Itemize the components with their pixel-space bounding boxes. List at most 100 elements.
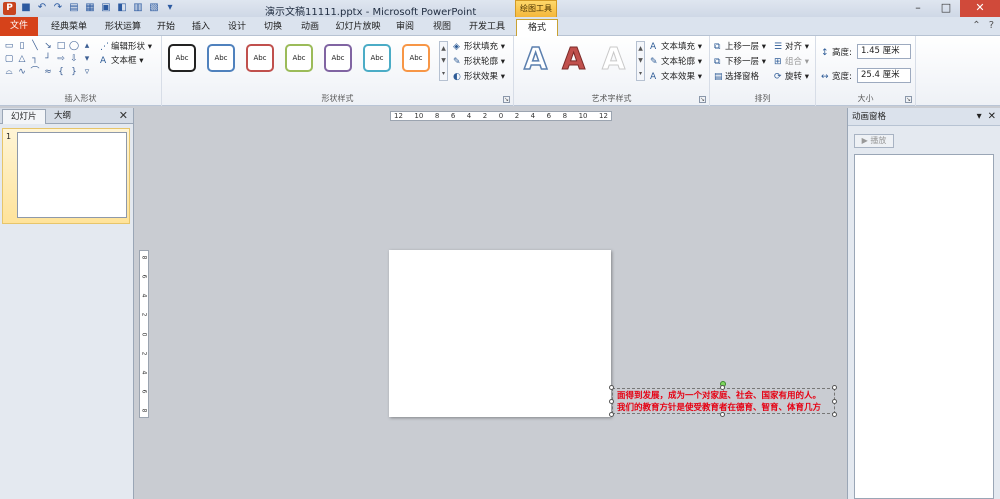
open-icon[interactable]: ▦: [84, 2, 96, 14]
animation-list[interactable]: [854, 154, 994, 499]
text-effects-button[interactable]: A 文本效果 ▾: [650, 70, 702, 82]
resize-handle-top[interactable]: [720, 385, 725, 390]
send-backward-button[interactable]: ⧉ 下移一层 ▾: [714, 55, 766, 67]
curve-shape-icon[interactable]: ∿: [17, 67, 27, 77]
close-button[interactable]: ✕: [960, 0, 1000, 17]
resize-handle-bottom-left[interactable]: [609, 412, 614, 417]
shape-outline-button[interactable]: ✎ 形状轮廓 ▾: [453, 55, 505, 67]
maximize-button[interactable]: □: [932, 0, 960, 17]
text-box-button[interactable]: A 文本框 ▾: [100, 54, 143, 66]
textbox-shape-icon[interactable]: ▭: [4, 41, 14, 51]
print-icon[interactable]: ▣: [100, 2, 112, 14]
shape-gallery[interactable]: ▭ ▯ ╲ ↘ □ ◯ ▴ ▢ △ ┐ ┘ ⇨ ⇩ ▾ ⌓ ∿ ⌒ ≈ { } …: [4, 41, 90, 77]
align-button[interactable]: ☰ 对齐 ▾: [774, 40, 809, 52]
resize-handle-bottom-right[interactable]: [832, 412, 837, 417]
scroll-up-icon[interactable]: ▲: [441, 45, 446, 52]
wordart-style-outline-blue[interactable]: A: [523, 41, 548, 78]
undo-icon[interactable]: ↶: [36, 2, 48, 14]
gallery-down-icon[interactable]: ▾: [82, 54, 92, 64]
tab-review[interactable]: 审阅: [390, 19, 420, 36]
shape-style-green[interactable]: Abc: [285, 44, 313, 72]
slide-thumbnail[interactable]: [17, 132, 127, 218]
text-fill-button[interactable]: A 文本填充 ▾: [650, 40, 702, 52]
right-arrow-shape-icon[interactable]: ⇨: [56, 54, 66, 64]
tab-developer[interactable]: 开发工具: [462, 19, 512, 36]
save-icon[interactable]: ■: [20, 2, 32, 14]
rectangle-shape-icon[interactable]: □: [56, 41, 66, 51]
tab-classic-menu[interactable]: 经典菜单: [42, 19, 96, 36]
shape-styles-launcher-icon[interactable]: ↘: [503, 96, 510, 103]
line-shape-icon[interactable]: ╲: [30, 41, 40, 51]
size-launcher-icon[interactable]: ↘: [905, 96, 912, 103]
wordart-style-light[interactable]: A: [601, 42, 625, 78]
powerpoint-app-icon[interactable]: P: [3, 2, 16, 15]
left-brace-shape-icon[interactable]: {: [56, 67, 66, 77]
bring-forward-button[interactable]: ⧉ 上移一层 ▾: [714, 40, 766, 52]
minimize-ribbon-icon[interactable]: ⌃: [972, 20, 980, 31]
slideshow-icon[interactable]: ▧: [148, 2, 160, 14]
shape-style-black[interactable]: Abc: [168, 44, 196, 72]
wordart-launcher-icon[interactable]: ↘: [699, 96, 706, 103]
close-pane-icon[interactable]: ✕: [988, 108, 996, 126]
shape-style-orange[interactable]: Abc: [402, 44, 430, 72]
shape-style-purple[interactable]: Abc: [324, 44, 352, 72]
shape-style-red[interactable]: Abc: [246, 44, 274, 72]
tab-view[interactable]: 视图: [427, 19, 457, 36]
scroll-down-icon[interactable]: ▼: [441, 57, 446, 64]
slide[interactable]: [389, 250, 611, 417]
resize-handle-bottom[interactable]: [720, 412, 725, 417]
gallery-expand-icon[interactable]: ▾: [639, 70, 642, 77]
right-brace-shape-icon[interactable]: }: [69, 67, 79, 77]
shape-style-blue[interactable]: Abc: [207, 44, 235, 72]
help-icon[interactable]: ?: [989, 20, 994, 31]
wordart-style-red[interactable]: A: [561, 42, 585, 78]
customize-qat-icon[interactable]: ▾: [164, 2, 176, 14]
gallery-expand-icon[interactable]: ▾: [442, 70, 445, 77]
new-icon[interactable]: ▤: [68, 2, 80, 14]
tab-home[interactable]: 开始: [150, 19, 182, 36]
tab-format[interactable]: 格式: [516, 19, 558, 36]
triangle-shape-icon[interactable]: △: [17, 54, 27, 64]
tab-insert[interactable]: 插入: [186, 19, 216, 36]
vertical-textbox-shape-icon[interactable]: ▯: [17, 41, 27, 51]
edit-shape-button[interactable]: ⋰ 编辑形状 ▾: [100, 40, 152, 52]
tab-outline[interactable]: 大纲: [46, 109, 79, 124]
shape-style-aqua[interactable]: Abc: [363, 44, 391, 72]
freeform-shape-icon[interactable]: ⌓: [4, 67, 14, 77]
connector-shape-icon[interactable]: ┐: [30, 54, 40, 64]
text-outline-button[interactable]: ✎ 文本轮廓 ▾: [650, 55, 702, 67]
scroll-down-icon[interactable]: ▼: [638, 57, 643, 64]
height-input[interactable]: 1.45 厘米: [857, 44, 911, 59]
redo-icon[interactable]: ↷: [52, 2, 64, 14]
tab-design[interactable]: 设计: [222, 19, 252, 36]
tab-animations[interactable]: 动画: [295, 19, 325, 36]
close-pane-icon[interactable]: ✕: [119, 109, 128, 122]
tab-file[interactable]: 文件: [0, 17, 38, 36]
resize-handle-top-left[interactable]: [609, 385, 614, 390]
share-icon[interactable]: ◧: [116, 2, 128, 14]
gallery-up-icon[interactable]: ▴: [82, 41, 92, 51]
rotate-button[interactable]: ⟳ 旋转 ▾: [774, 70, 809, 82]
scroll-up-icon[interactable]: ▲: [638, 45, 643, 52]
arrow-line-shape-icon[interactable]: ↘: [43, 41, 53, 51]
wave-shape-icon[interactable]: ≈: [43, 67, 53, 77]
resize-handle-top-right[interactable]: [832, 385, 837, 390]
wordart-gallery-scroll[interactable]: ▲ ▼ ▾: [636, 41, 645, 81]
rounded-rect-shape-icon[interactable]: ▢: [4, 54, 14, 64]
slide-thumbnail-selected[interactable]: 1: [2, 128, 130, 224]
text-box-line-1[interactable]: 面得到发展，成为一个对家庭、社会、国家有用的人。: [617, 389, 821, 401]
oval-shape-icon[interactable]: ◯: [69, 41, 79, 51]
selection-pane-button[interactable]: ▤ 选择窗格: [714, 70, 759, 82]
width-input[interactable]: 25.4 厘米: [857, 68, 911, 83]
table-icon[interactable]: ▥: [132, 2, 144, 14]
group-objects-button[interactable]: ⊞ 组合 ▾: [774, 55, 809, 67]
tab-slides[interactable]: 幻灯片: [2, 109, 46, 124]
shape-effects-button[interactable]: ◐ 形状效果 ▾: [453, 70, 505, 82]
shape-style-gallery-scroll[interactable]: ▲ ▼ ▾: [439, 41, 448, 81]
tab-transitions[interactable]: 切换: [258, 19, 288, 36]
play-button[interactable]: ▶ 播放: [854, 134, 894, 148]
arc-shape-icon[interactable]: ⌒: [30, 67, 40, 77]
pane-options-icon[interactable]: ▾: [977, 108, 982, 126]
gallery-more-icon[interactable]: ▿: [82, 67, 92, 77]
elbow-connector-shape-icon[interactable]: ┘: [43, 54, 53, 64]
